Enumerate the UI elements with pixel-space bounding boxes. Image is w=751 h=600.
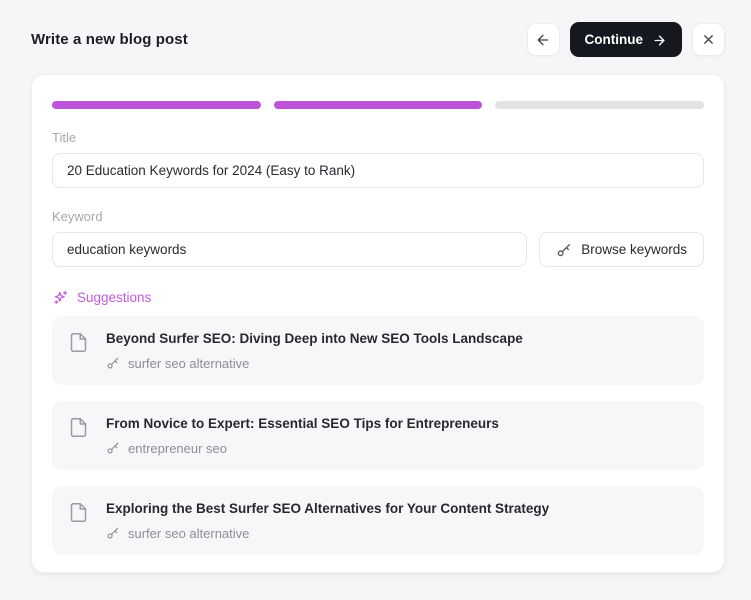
browse-keywords-button[interactable]: Browse keywords (539, 232, 704, 267)
header-actions: Continue (526, 22, 725, 57)
key-icon (106, 441, 120, 455)
keyword-input[interactable] (52, 232, 528, 267)
dialog-header: Write a new blog post Continue (0, 0, 751, 57)
document-icon (68, 332, 89, 353)
sparkles-icon (52, 289, 69, 306)
suggestion-content: Beyond Surfer SEO: Diving Deep into New … (106, 331, 523, 371)
suggestion-keyword: surfer seo alternative (128, 355, 250, 371)
suggestion-item[interactable]: From Novice to Expert: Essential SEO Tip… (52, 400, 704, 470)
suggestion-content: From Novice to Expert: Essential SEO Tip… (106, 416, 499, 456)
close-icon (701, 32, 716, 47)
suggestion-item[interactable]: Exploring the Best Surfer SEO Alternativ… (52, 485, 704, 555)
continue-button[interactable]: Continue (569, 22, 682, 57)
keyword-label: Keyword (52, 209, 103, 224)
suggestion-keyword-row: surfer seo alternative (106, 356, 523, 371)
suggestions-label: Suggestions (77, 290, 152, 305)
progress-bar (52, 101, 705, 109)
title-input[interactable] (52, 153, 704, 188)
document-icon (68, 502, 89, 523)
suggestion-title: Beyond Surfer SEO: Diving Deep into New … (106, 331, 523, 346)
page-title: Write a new blog post (31, 31, 188, 48)
arrow-left-icon (535, 32, 551, 48)
blog-post-wizard-card: Title Keyword Browse keywords Suggestion… (31, 74, 725, 573)
suggestion-title: Exploring the Best Surfer SEO Alternativ… (106, 500, 550, 516)
suggestion-list: Beyond Surfer SEO: Diving Deep into New … (52, 316, 704, 555)
suggestion-keyword-row: entrepreneur seo (106, 441, 499, 456)
close-button[interactable] (692, 23, 725, 56)
progress-segment (52, 101, 261, 109)
title-label: Title (52, 130, 77, 145)
continue-button-label: Continue (584, 32, 644, 47)
key-icon (106, 526, 120, 540)
suggestion-keyword: entrepreneur seo (128, 440, 228, 456)
suggestion-item[interactable]: Beyond Surfer SEO: Diving Deep into New … (52, 316, 704, 385)
suggestion-title: From Novice to Expert: Essential SEO Tip… (106, 415, 499, 431)
suggestions-heading: Suggestions (52, 289, 704, 306)
key-icon (106, 356, 120, 370)
progress-segment (273, 101, 483, 109)
key-icon (556, 242, 572, 258)
suggestion-keyword: surfer seo alternative (128, 525, 250, 541)
keyword-row: Browse keywords (52, 232, 704, 267)
browse-keywords-label: Browse keywords (581, 242, 687, 257)
arrow-right-icon (652, 32, 667, 48)
document-icon (68, 417, 89, 438)
suggestion-content: Exploring the Best Surfer SEO Alternativ… (106, 501, 549, 541)
progress-segment (495, 101, 705, 109)
suggestion-keyword-row: surfer seo alternative (106, 526, 549, 541)
back-button[interactable] (526, 23, 560, 56)
